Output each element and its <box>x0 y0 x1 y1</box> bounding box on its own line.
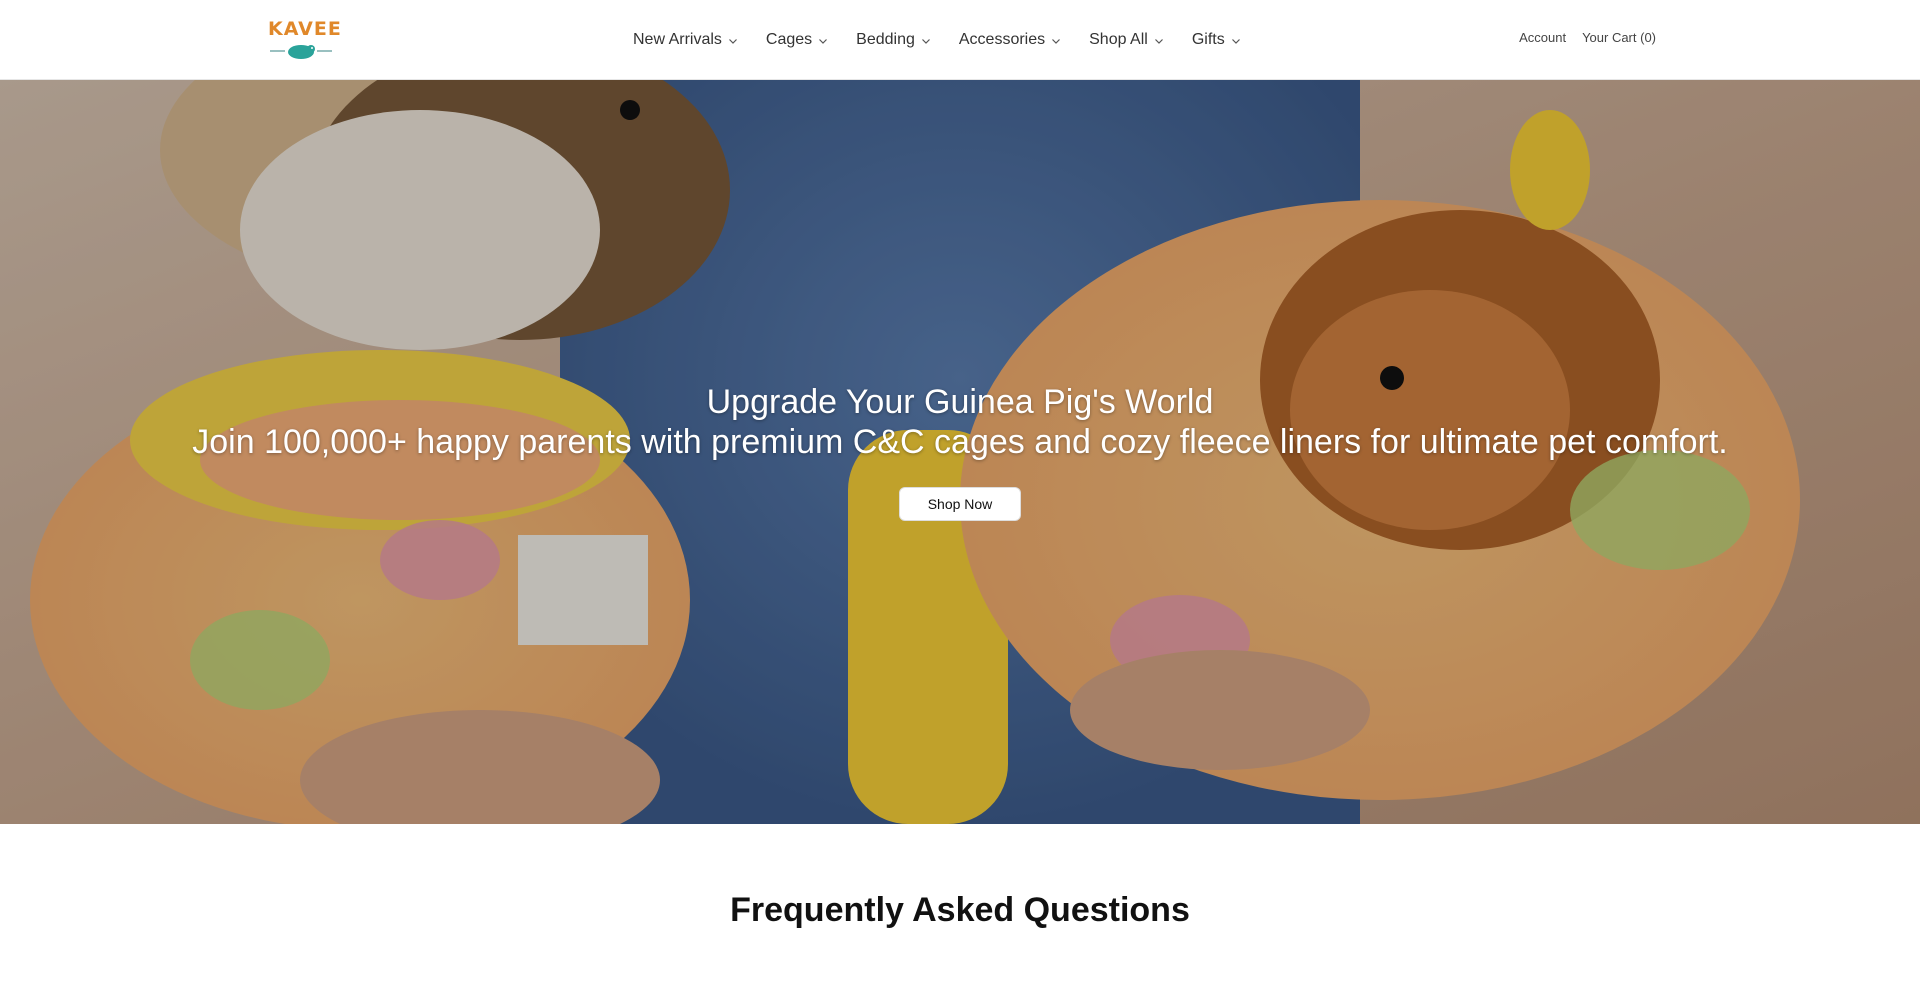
chevron-down-icon <box>819 38 828 44</box>
chevron-down-icon <box>1231 38 1240 44</box>
nav-gifts-label: Gifts <box>1191 31 1225 48</box>
shop-now-button[interactable]: Shop Now <box>899 487 1021 521</box>
chevron-down-icon <box>728 38 737 44</box>
hero-banner: Upgrade Your Guinea Pig's World Join 100… <box>0 80 1920 824</box>
logo-wordmark: KAVEE <box>268 18 342 40</box>
chevron-down-icon <box>921 38 930 44</box>
nav-bedding[interactable]: Bedding <box>856 31 931 49</box>
chevron-down-icon <box>1052 38 1061 44</box>
main-nav: New Arrivals Cages Bedding Accessories S… <box>633 22 1241 58</box>
hero-title: Upgrade Your Guinea Pig's World <box>706 383 1214 421</box>
nav-cages[interactable]: Cages <box>766 31 828 49</box>
utility-links: Account Your Cart (0) <box>1503 30 1656 45</box>
account-link[interactable]: Account <box>1519 30 1566 45</box>
nav-shop-all-label: Shop All <box>1089 31 1148 48</box>
hero-subtitle: Join 100,000+ happy parents with premium… <box>192 423 1728 461</box>
nav-new-arrivals[interactable]: New Arrivals <box>633 31 738 49</box>
faq-heading: Frequently Asked Questions <box>730 891 1190 929</box>
kavee-logo[interactable]: KAVEE <box>268 18 342 62</box>
nav-gifts[interactable]: Gifts <box>1192 31 1241 49</box>
nav-cages-label: Cages <box>765 31 813 48</box>
guinea-pig-logo-icon <box>270 45 332 59</box>
nav-bedding-label: Bedding <box>856 31 915 48</box>
nav-shop-all[interactable]: Shop All <box>1089 31 1164 49</box>
chevron-down-icon <box>1154 38 1163 44</box>
nav-accessories-label: Accessories <box>958 31 1046 48</box>
nav-new-arrivals-label: New Arrivals <box>633 31 722 48</box>
nav-accessories[interactable]: Accessories <box>959 31 1061 49</box>
cart-link[interactable]: Your Cart (0) <box>1582 30 1656 45</box>
site-header: KAVEE New Arrivals Cages Bedding Accesso… <box>0 0 1920 80</box>
